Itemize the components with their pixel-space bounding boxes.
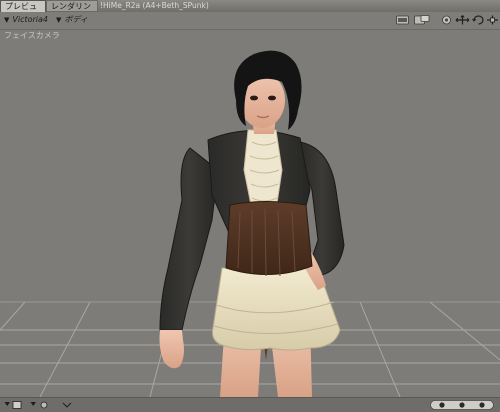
render-settings-icon[interactable]: [414, 15, 430, 25]
body-part-dropdown[interactable]: ▼ ボディ: [56, 14, 88, 26]
camera-icon[interactable]: [440, 15, 453, 25]
body-part-dropdown-value: ボディ: [64, 15, 88, 24]
scene-render[interactable]: [0, 30, 500, 397]
viewport-toolbar: ▼ Victoria4 ▼ ボディ: [0, 12, 500, 30]
character-left-arm: [159, 147, 219, 369]
ground-icon[interactable]: [62, 401, 72, 409]
camera-name-label: フェイスカメラ: [4, 31, 60, 40]
tab-render[interactable]: レンダリング: [46, 0, 98, 23]
tab-preview[interactable]: プレビュー: [0, 0, 46, 23]
pan-icon[interactable]: [486, 15, 499, 25]
character-torso: [207, 129, 313, 277]
light-icon[interactable]: [30, 401, 52, 409]
move-cross-icon[interactable]: [455, 15, 470, 25]
preview-viewport[interactable]: フェイスカメラ: [0, 30, 500, 397]
character-head: [234, 50, 302, 134]
render-icon[interactable]: [396, 15, 409, 25]
orbit-icon[interactable]: [430, 400, 494, 410]
dropdown-arrow-icon: ▼: [56, 16, 62, 24]
figure-dropdown-value: Victoria4: [12, 15, 49, 24]
dropdown-arrow-icon: ▼: [4, 16, 10, 24]
display-style-icon[interactable]: [4, 401, 26, 409]
figure-dropdown[interactable]: ▼ Victoria4: [4, 14, 48, 26]
document-title: !HiMe_R2a (A4+Beth_SPunk): [100, 1, 209, 10]
rotate-icon[interactable]: [472, 15, 485, 25]
viewport-bottom-bar: [0, 397, 500, 412]
